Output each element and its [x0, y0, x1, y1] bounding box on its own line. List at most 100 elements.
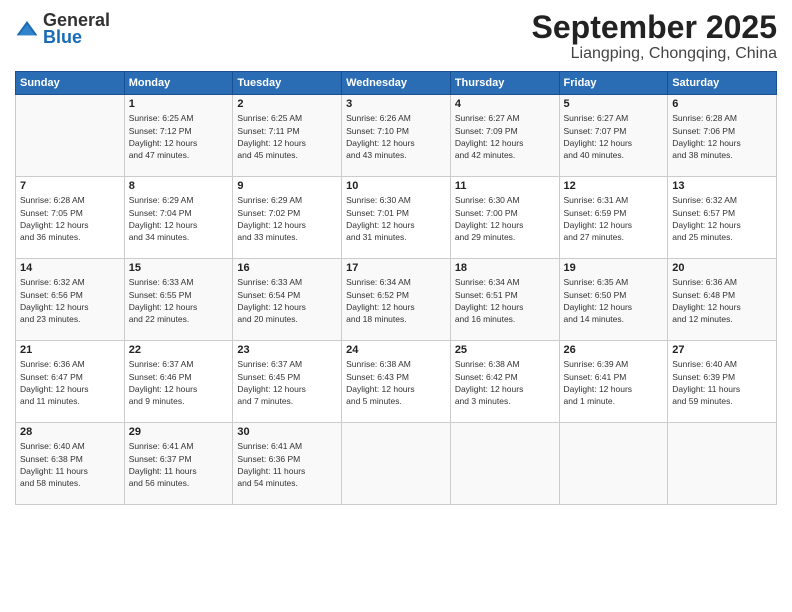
table-row: 16 Sunrise: 6:33 AM Sunset: 6:54 PM Dayli…: [233, 259, 342, 341]
day-info: Sunrise: 6:29 AM Sunset: 7:02 PM Dayligh…: [237, 194, 337, 243]
table-row: [559, 423, 668, 505]
table-row: 2Sunrise: 6:25 AM Sunset: 7:11 PM Daylig…: [233, 95, 342, 177]
day-info: Sunrise: 6:25 AM Sunset: 7:12 PM Dayligh…: [129, 112, 229, 161]
table-row: 13 Sunrise: 6:32 AM Sunset: 6:57 PM Dayli…: [668, 177, 777, 259]
table-row: [450, 423, 559, 505]
day-number: 18: [455, 262, 555, 274]
day-info: Sunrise: 6:33 AM Sunset: 6:55 PM Dayligh…: [129, 276, 229, 325]
day-number: 14: [20, 262, 120, 274]
day-info: Sunrise: 6:32 AM Sunset: 6:56 PM Dayligh…: [20, 276, 120, 325]
day-info: Sunrise: 6:40 AM Sunset: 6:38 PM Dayligh…: [20, 440, 120, 489]
week-row-2: 7Sunrise: 6:28 AM Sunset: 7:05 PM Daylig…: [16, 177, 777, 259]
month-title: September 2025: [532, 10, 777, 45]
day-info: Sunrise: 6:37 AM Sunset: 6:46 PM Dayligh…: [129, 358, 229, 407]
header: General Blue September 2025 Liangping, C…: [15, 10, 777, 63]
header-sunday: Sunday: [16, 72, 125, 95]
header-thursday: Thursday: [450, 72, 559, 95]
day-number: 12: [564, 180, 664, 192]
table-row: 4 Sunrise: 6:27 AM Sunset: 7:09 PM Daylig…: [450, 95, 559, 177]
day-number: 27: [672, 344, 772, 356]
day-info: Sunrise: 6:35 AM Sunset: 6:50 PM Dayligh…: [564, 276, 664, 325]
table-row: 27 Sunrise: 6:40 AM Sunset: 6:39 PM Dayli…: [668, 341, 777, 423]
day-info: Sunrise: 6:40 AM Sunset: 6:39 PM Dayligh…: [672, 358, 772, 407]
table-row: 1 Sunrise: 6:25 AM Sunset: 7:12 PM Daylig…: [124, 95, 233, 177]
week-row-3: 14 Sunrise: 6:32 AM Sunset: 6:56 PM Dayli…: [16, 259, 777, 341]
logo: General Blue: [15, 10, 110, 48]
title-block: September 2025 Liangping, Chongqing, Chi…: [532, 10, 777, 63]
week-row-4: 21 Sunrise: 6:36 AM Sunset: 6:47 PM Dayli…: [16, 341, 777, 423]
logo-text: General Blue: [43, 10, 110, 48]
day-number: 24: [346, 344, 446, 356]
day-number: 16: [237, 262, 337, 274]
day-number: 21: [20, 344, 120, 356]
day-number: 5: [564, 98, 664, 110]
day-number: 13: [672, 180, 772, 192]
header-saturday: Saturday: [668, 72, 777, 95]
day-number: 28: [20, 426, 120, 438]
table-row: 25Sunrise: 6:38 AM Sunset: 6:42 PM Dayli…: [450, 341, 559, 423]
table-row: 24 Sunrise: 6:38 AM Sunset: 6:43 PM Dayli…: [342, 341, 451, 423]
day-number: 19: [564, 262, 664, 274]
day-number: 22: [129, 344, 229, 356]
day-info: Sunrise: 6:38 AM Sunset: 6:43 PM Dayligh…: [346, 358, 446, 407]
day-info: Sunrise: 6:27 AM Sunset: 7:09 PM Dayligh…: [455, 112, 555, 161]
day-info: Sunrise: 6:38 AM Sunset: 6:42 PM Dayligh…: [455, 358, 555, 407]
header-wednesday: Wednesday: [342, 72, 451, 95]
week-row-5: 28 Sunrise: 6:40 AM Sunset: 6:38 PM Dayli…: [16, 423, 777, 505]
day-info: Sunrise: 6:27 AM Sunset: 7:07 PM Dayligh…: [564, 112, 664, 161]
day-info: Sunrise: 6:41 AM Sunset: 6:37 PM Dayligh…: [129, 440, 229, 489]
day-number: 17: [346, 262, 446, 274]
table-row: 18 Sunrise: 6:34 AM Sunset: 6:51 PM Dayli…: [450, 259, 559, 341]
day-number: 9: [237, 180, 337, 192]
logo-blue: Blue: [43, 27, 110, 48]
day-number: 11: [455, 180, 555, 192]
table-row: 30 Sunrise: 6:41 AM Sunset: 6:36 PM Dayli…: [233, 423, 342, 505]
table-row: 28 Sunrise: 6:40 AM Sunset: 6:38 PM Dayli…: [16, 423, 125, 505]
day-info: Sunrise: 6:37 AM Sunset: 6:45 PM Dayligh…: [237, 358, 337, 407]
day-info: Sunrise: 6:25 AM Sunset: 7:11 PM Dayligh…: [237, 112, 337, 161]
day-info: Sunrise: 6:34 AM Sunset: 6:52 PM Dayligh…: [346, 276, 446, 325]
day-info: Sunrise: 6:30 AM Sunset: 7:01 PM Dayligh…: [346, 194, 446, 243]
day-info: Sunrise: 6:26 AM Sunset: 7:10 PM Dayligh…: [346, 112, 446, 161]
table-row: 19 Sunrise: 6:35 AM Sunset: 6:50 PM Dayli…: [559, 259, 668, 341]
day-info: Sunrise: 6:36 AM Sunset: 6:48 PM Dayligh…: [672, 276, 772, 325]
day-number: 23: [237, 344, 337, 356]
table-row: 22 Sunrise: 6:37 AM Sunset: 6:46 PM Dayli…: [124, 341, 233, 423]
day-number: 30: [237, 426, 337, 438]
day-info: Sunrise: 6:39 AM Sunset: 6:41 PM Dayligh…: [564, 358, 664, 407]
day-info: Sunrise: 6:28 AM Sunset: 7:06 PM Dayligh…: [672, 112, 772, 161]
logo-icon: [15, 19, 39, 39]
day-info: Sunrise: 6:32 AM Sunset: 6:57 PM Dayligh…: [672, 194, 772, 243]
table-row: 12Sunrise: 6:31 AM Sunset: 6:59 PM Dayli…: [559, 177, 668, 259]
table-row: 29 Sunrise: 6:41 AM Sunset: 6:37 PM Dayli…: [124, 423, 233, 505]
day-info: Sunrise: 6:34 AM Sunset: 6:51 PM Dayligh…: [455, 276, 555, 325]
table-row: 3 Sunrise: 6:26 AM Sunset: 7:10 PM Daylig…: [342, 95, 451, 177]
table-row: 6 Sunrise: 6:28 AM Sunset: 7:06 PM Daylig…: [668, 95, 777, 177]
day-number: 6: [672, 98, 772, 110]
table-row: 9 Sunrise: 6:29 AM Sunset: 7:02 PM Daylig…: [233, 177, 342, 259]
day-number: 1: [129, 98, 229, 110]
header-monday: Monday: [124, 72, 233, 95]
day-info: Sunrise: 6:30 AM Sunset: 7:00 PM Dayligh…: [455, 194, 555, 243]
day-number: 26: [564, 344, 664, 356]
table-row: 23 Sunrise: 6:37 AM Sunset: 6:45 PM Dayli…: [233, 341, 342, 423]
table-row: 5 Sunrise: 6:27 AM Sunset: 7:07 PM Daylig…: [559, 95, 668, 177]
day-number: 3: [346, 98, 446, 110]
day-number: 29: [129, 426, 229, 438]
day-info: Sunrise: 6:36 AM Sunset: 6:47 PM Dayligh…: [20, 358, 120, 407]
table-row: 20Sunrise: 6:36 AM Sunset: 6:48 PM Dayli…: [668, 259, 777, 341]
day-number: 15: [129, 262, 229, 274]
day-info: Sunrise: 6:41 AM Sunset: 6:36 PM Dayligh…: [237, 440, 337, 489]
table-row: 11 Sunrise: 6:30 AM Sunset: 7:00 PM Dayli…: [450, 177, 559, 259]
table-row: 8Sunrise: 6:29 AM Sunset: 7:04 PM Daylig…: [124, 177, 233, 259]
day-number: 10: [346, 180, 446, 192]
day-number: 4: [455, 98, 555, 110]
table-row: 14 Sunrise: 6:32 AM Sunset: 6:56 PM Dayli…: [16, 259, 125, 341]
day-info: Sunrise: 6:33 AM Sunset: 6:54 PM Dayligh…: [237, 276, 337, 325]
table-row: 21 Sunrise: 6:36 AM Sunset: 6:47 PM Dayli…: [16, 341, 125, 423]
calendar-table: Sunday Monday Tuesday Wednesday Thursday…: [15, 71, 777, 505]
header-tuesday: Tuesday: [233, 72, 342, 95]
table-row: 10 Sunrise: 6:30 AM Sunset: 7:01 PM Dayli…: [342, 177, 451, 259]
page: General Blue September 2025 Liangping, C…: [0, 0, 792, 612]
day-info: Sunrise: 6:29 AM Sunset: 7:04 PM Dayligh…: [129, 194, 229, 243]
